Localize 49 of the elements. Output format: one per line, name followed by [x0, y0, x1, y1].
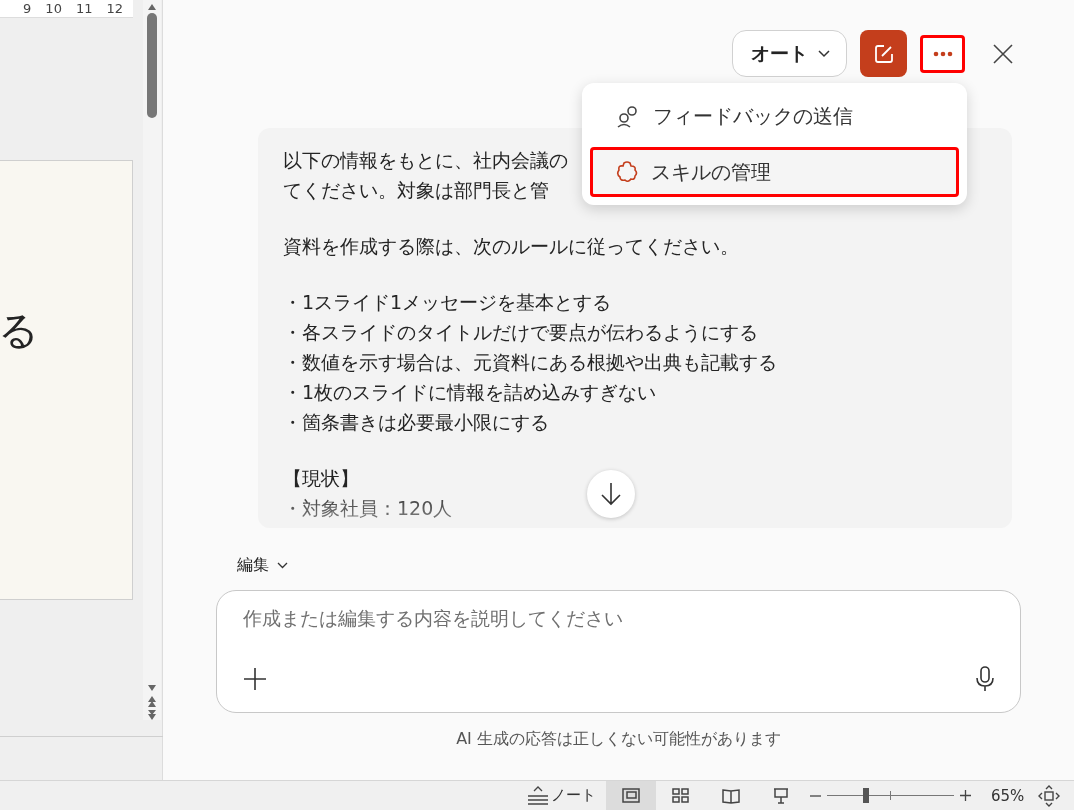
new-chat-button[interactable]: [860, 30, 907, 77]
scroll-thumb[interactable]: [147, 13, 157, 118]
chevron-down-icon: [818, 49, 830, 58]
message-line: ・数値を示す場合は、元資料にある根拠や出典も記載する: [283, 350, 777, 375]
message-line: てください。対象は部門長と管: [283, 178, 549, 203]
message-line: 以下の情報をもとに、社内会議の: [283, 148, 568, 173]
disclaimer: AI 生成の応答は正しくない可能性があります: [455, 729, 782, 750]
ruler-label: 9: [23, 1, 32, 16]
ruler-label: 12: [106, 1, 123, 16]
ruler-label: 11: [75, 1, 93, 16]
plus-icon: [960, 790, 971, 801]
zoom-thumb[interactable]: [863, 788, 870, 803]
menu-item[interactable]: スキルの管理: [590, 147, 959, 197]
close-icon: [993, 43, 1013, 64]
scroll-arrows-icon[interactable]: [147, 684, 157, 720]
microphone-icon: [976, 666, 994, 692]
message-line: ・各スライドのタイトルだけで要点が伝わるようにする: [283, 320, 758, 345]
view-icon: [671, 785, 691, 806]
zoom-slider[interactable]: [827, 788, 954, 803]
view-button[interactable]: [606, 781, 656, 810]
message-line: ・1枚のスライドに情報を詰め込みすぎない: [283, 380, 657, 405]
view-icon: [771, 785, 791, 806]
notes-button[interactable]: ノート: [523, 781, 600, 810]
scrollbar[interactable]: [143, 0, 161, 720]
compose-icon: [872, 42, 895, 65]
microphone-button[interactable]: [976, 666, 994, 692]
slide-text: る: [0, 305, 39, 355]
arrow-down-icon: [600, 482, 622, 506]
prompt-field[interactable]: 作成または編集する内容を説明してください: [243, 607, 994, 629]
fit-icon: [1038, 784, 1061, 807]
add-button[interactable]: [243, 667, 267, 691]
chevron-down-icon: [277, 562, 288, 569]
mode-dropdown[interactable]: オート: [732, 30, 847, 77]
message-line: 資料を作成する際は、次のルールに従ってください。: [283, 234, 739, 259]
edit-dropdown[interactable]: 編集: [237, 555, 288, 576]
notes-icon: [527, 785, 549, 806]
message-line: ・対象社員：120人: [283, 496, 453, 521]
more-icon: [932, 50, 953, 57]
message-line: 【現状】: [283, 466, 359, 491]
minus-icon: [810, 794, 821, 797]
view-icon: [621, 785, 641, 806]
fit-button[interactable]: [1038, 784, 1061, 807]
message-line: ・1スライド1メッセージを基本とする: [283, 290, 612, 315]
more-button[interactable]: [920, 34, 965, 73]
message-line: ・箇条書きは必要最小限にする: [283, 410, 549, 435]
scroll-up-icon[interactable]: [147, 3, 157, 11]
zoom-level: 65%: [991, 786, 1025, 805]
plus-icon: [243, 667, 267, 691]
ruler-label: 10: [45, 1, 62, 16]
